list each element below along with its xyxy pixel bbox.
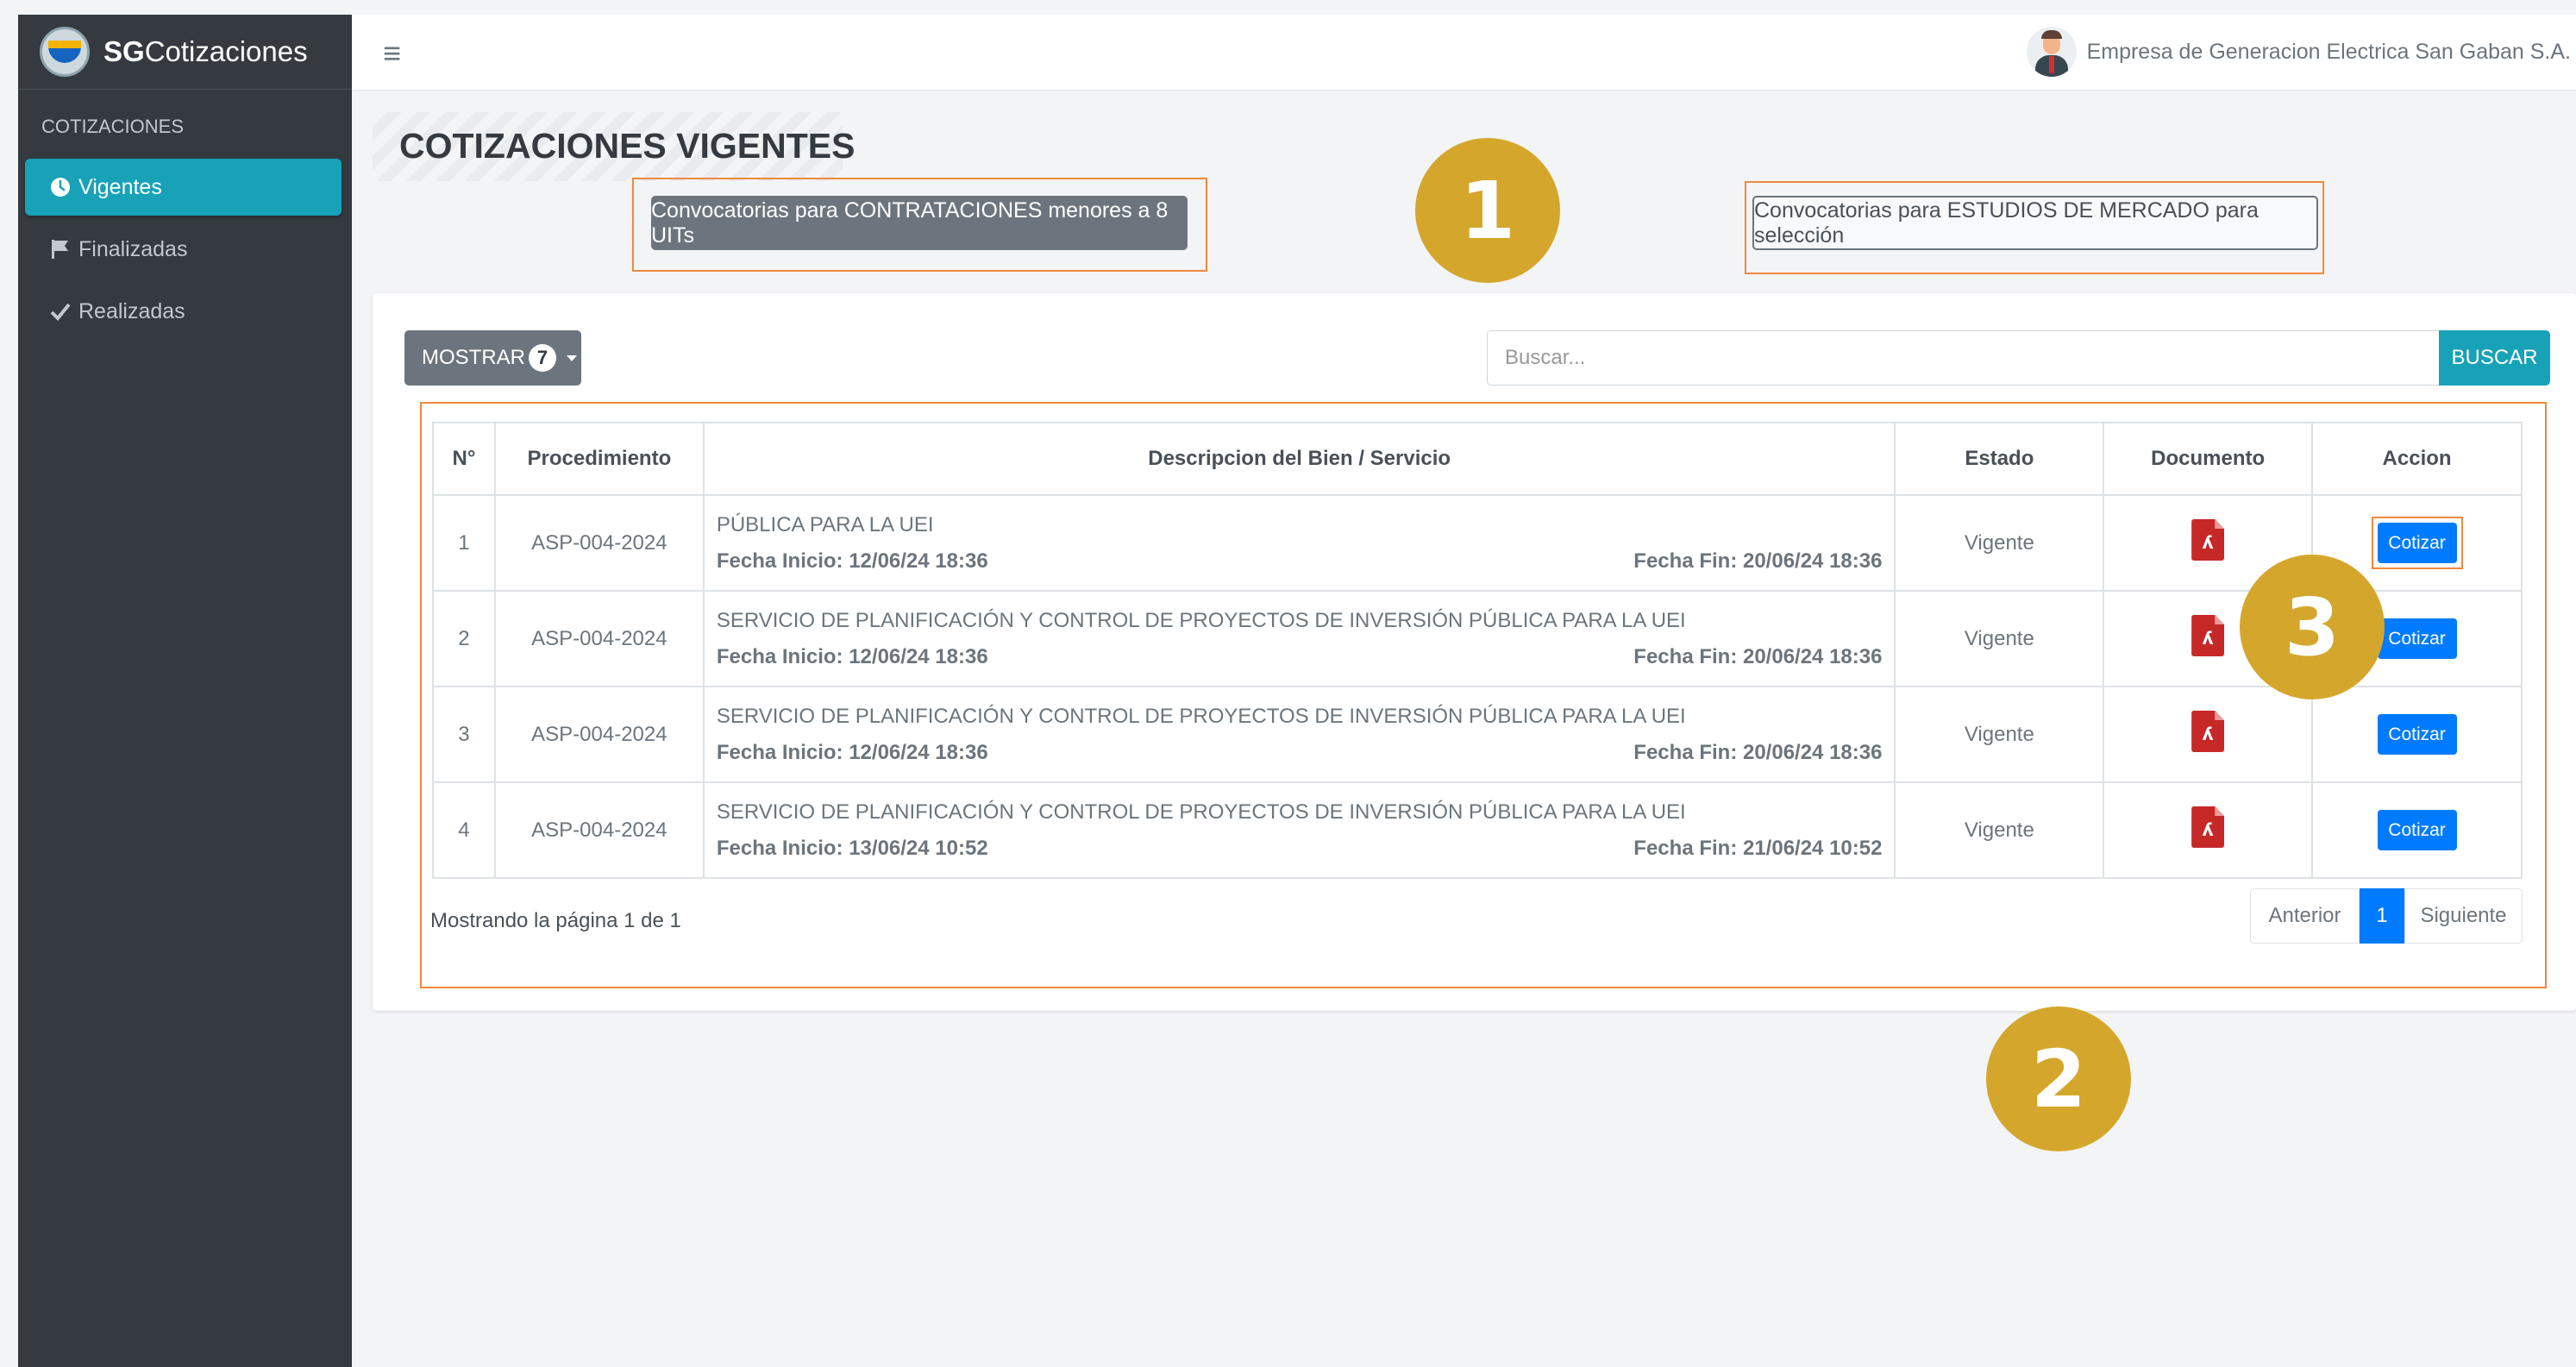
procedimiento: ASP-004-2024 — [493, 686, 705, 783]
sidebar-item-realizadas[interactable]: Realizadas — [25, 283, 342, 340]
table-row: 3 ASP-004-2024 SERVICIO DE PLANIFICACIÓN… — [432, 686, 2523, 783]
pdf-icon[interactable]: ʎ — [2191, 806, 2225, 848]
accion: Cotizar — [2311, 686, 2523, 783]
fecha-inicio: Fecha Inicio: 12/06/24 18:36 — [716, 740, 988, 764]
pdf-icon[interactable]: ʎ — [2191, 711, 2225, 752]
clock-icon — [47, 177, 73, 198]
table-row: 4 ASP-004-2024 SERVICIO DE PLANIFICACIÓN… — [432, 781, 2523, 879]
col-header: Accion — [2311, 422, 2523, 496]
topbar: ≡ Empresa de Generacion Electrica San Ga… — [352, 15, 2576, 91]
pdf-icon[interactable]: ʎ — [2191, 615, 2225, 656]
col-header: Procedimiento — [493, 422, 705, 496]
descripcion-text: PÚBLICA PARA LA UEI — [716, 512, 934, 536]
descripcion-text: SERVICIO DE PLANIFICACIÓN Y CONTROL DE P… — [716, 608, 1686, 632]
mostrar-dropdown[interactable]: MOSTRAR 7 — [404, 330, 581, 386]
nav-header: COTIZACIONES — [41, 116, 185, 137]
fecha-fin: Fecha Fin: 21/06/24 10:52 — [1633, 836, 1883, 860]
brand[interactable]: SGCotizaciones — [18, 15, 352, 90]
sidebar-item-label: Realizadas — [78, 298, 185, 323]
procedimiento: ASP-004-2024 — [493, 590, 705, 687]
fecha-fin: Fecha Fin: 20/06/24 18:36 — [1633, 644, 1883, 668]
mostrar-label: MOSTRAR — [422, 346, 525, 369]
estado: Vigente — [1894, 494, 2105, 592]
documento: ʎ — [2103, 781, 2314, 879]
procedimiento: ASP-004-2024 — [493, 781, 705, 879]
estado: Vigente — [1894, 686, 2105, 783]
col-header: Documento — [2103, 422, 2314, 496]
descripcion: SERVICIO DE PLANIFICACIÓN Y CONTROL DE P… — [702, 590, 1896, 687]
col-header: Descripcion del Bien / Servicio — [702, 422, 1896, 496]
user-name: Empresa de Generacion Electrica San Gaba… — [2086, 39, 2571, 64]
check-icon — [47, 300, 73, 323]
table-row: 1 ASP-004-2024 PÚBLICA PARA LA UEI Fecha… — [432, 494, 2523, 592]
sidebar-item-finalizadas[interactable]: Finalizadas — [25, 221, 342, 278]
fecha-inicio: Fecha Inicio: 12/06/24 18:36 — [716, 549, 988, 573]
search-input[interactable] — [1487, 330, 2441, 386]
pagination-next[interactable]: Siguiente — [2404, 888, 2523, 944]
estado: Vigente — [1894, 590, 2105, 687]
search-button[interactable]: BUSCAR — [2439, 330, 2550, 386]
avatar — [2026, 27, 2077, 77]
step-badge-2: 2 — [1986, 1006, 2131, 1151]
descripcion: SERVICIO DE PLANIFICACIÓN Y CONTROL DE P… — [702, 686, 1896, 783]
row-number: 3 — [432, 686, 496, 783]
sidebar: SGCotizaciones COTIZACIONES Vigentes Fin… — [18, 15, 352, 1367]
menu-icon[interactable]: ≡ — [383, 35, 401, 72]
descripcion-text: SERVICIO DE PLANIFICACIÓN Y CONTROL DE P… — [716, 704, 1686, 728]
row-number: 4 — [432, 781, 496, 879]
pagination: Anterior 1 Siguiente — [2250, 888, 2523, 944]
estado: Vigente — [1894, 781, 2105, 879]
brand-logo — [40, 27, 90, 77]
fecha-inicio: Fecha Inicio: 12/06/24 18:36 — [716, 644, 988, 668]
table-row: 2 ASP-004-2024 SERVICIO DE PLANIFICACIÓN… — [432, 590, 2523, 687]
cotizar-button[interactable]: Cotizar — [2377, 714, 2457, 755]
descripcion: PÚBLICA PARA LA UEI Fecha Inicio: 12/06/… — [702, 494, 1896, 592]
row-number: 1 — [432, 494, 496, 592]
accion: Cotizar — [2311, 781, 2523, 879]
user-menu[interactable]: Empresa de Generacion Electrica San Gaba… — [2026, 27, 2571, 77]
table-header: N° Procedimiento Descripcion del Bien / … — [432, 422, 2523, 496]
fecha-inicio: Fecha Inicio: 13/06/24 10:52 — [716, 836, 988, 860]
caret-down-icon — [567, 354, 577, 361]
page-title: COTIZACIONES VIGENTES — [399, 126, 856, 166]
cotizar-button[interactable]: Cotizar — [2377, 618, 2457, 659]
contrataciones-button[interactable]: Convocatorias para CONTRATACIONES menore… — [651, 196, 1188, 250]
brand-title: SGCotizaciones — [103, 35, 308, 67]
step-badge-1: 1 — [1415, 138, 1560, 283]
sidebar-item-label: Vigentes — [78, 174, 162, 199]
cotizar-button[interactable]: Cotizar — [2377, 810, 2457, 850]
flag-icon — [47, 238, 73, 260]
descripcion: SERVICIO DE PLANIFICACIÓN Y CONTROL DE P… — [702, 781, 1896, 879]
step-badge-3: 3 — [2240, 555, 2385, 699]
pagination-page-1[interactable]: 1 — [2360, 888, 2404, 944]
documento: ʎ — [2103, 686, 2314, 783]
row-number: 2 — [432, 590, 496, 687]
quotations-table: N° Procedimiento Descripcion del Bien / … — [432, 422, 2523, 879]
sidebar-item-vigentes[interactable]: Vigentes — [25, 159, 342, 216]
pagination-info: Mostrando la página 1 de 1 — [430, 909, 681, 932]
descripcion-text: SERVICIO DE PLANIFICACIÓN Y CONTROL DE P… — [716, 800, 1686, 824]
col-header: N° — [432, 422, 496, 496]
pdf-icon[interactable]: ʎ — [2191, 519, 2225, 561]
fecha-fin: Fecha Fin: 20/06/24 18:36 — [1633, 740, 1883, 764]
estudios-mercado-button[interactable]: Convocatorias para ESTUDIOS DE MERCADO p… — [1752, 196, 2318, 250]
fecha-fin: Fecha Fin: 20/06/24 18:36 — [1633, 549, 1883, 573]
sidebar-item-label: Finalizadas — [78, 236, 188, 261]
col-header: Estado — [1894, 422, 2105, 496]
mostrar-count: 7 — [529, 344, 556, 372]
cotizar-button[interactable]: Cotizar — [2377, 523, 2457, 563]
pagination-prev[interactable]: Anterior — [2250, 888, 2360, 944]
procedimiento: ASP-004-2024 — [493, 494, 705, 592]
